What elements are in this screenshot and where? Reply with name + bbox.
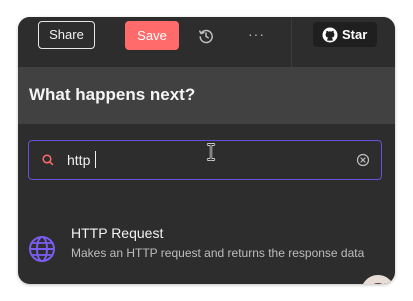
more-horizontal-icon[interactable]: ··· [248, 25, 264, 43]
github-icon [322, 27, 338, 43]
node-item-description: Makes an HTTP request and returns the re… [71, 246, 365, 260]
search-icon [42, 154, 54, 166]
editor-window: Share Save ··· Star What happens next? h… [18, 17, 395, 284]
toolbar-divider [291, 17, 292, 67]
panel-title: What happens next? [29, 85, 196, 104]
node-item-http-request[interactable]: HTTP Request Makes an HTTP request and r… [18, 217, 395, 284]
share-button[interactable]: Share [38, 21, 95, 49]
save-button[interactable]: Save [125, 21, 179, 50]
text-cursor-icon [206, 143, 216, 161]
node-creator-header: What happens next? [18, 67, 395, 124]
history-icon[interactable] [198, 28, 214, 44]
search-box[interactable] [28, 140, 382, 180]
star-label: Star [342, 27, 368, 42]
top-toolbar: Share Save ··· Star [18, 17, 395, 67]
clear-circle-icon[interactable] [356, 153, 370, 167]
globe-icon [29, 236, 55, 262]
github-star-button[interactable]: Star [313, 22, 377, 47]
node-item-title: HTTP Request [71, 225, 164, 241]
avatar-image [369, 283, 387, 284]
search-input[interactable] [67, 149, 327, 171]
text-caret [95, 151, 96, 168]
